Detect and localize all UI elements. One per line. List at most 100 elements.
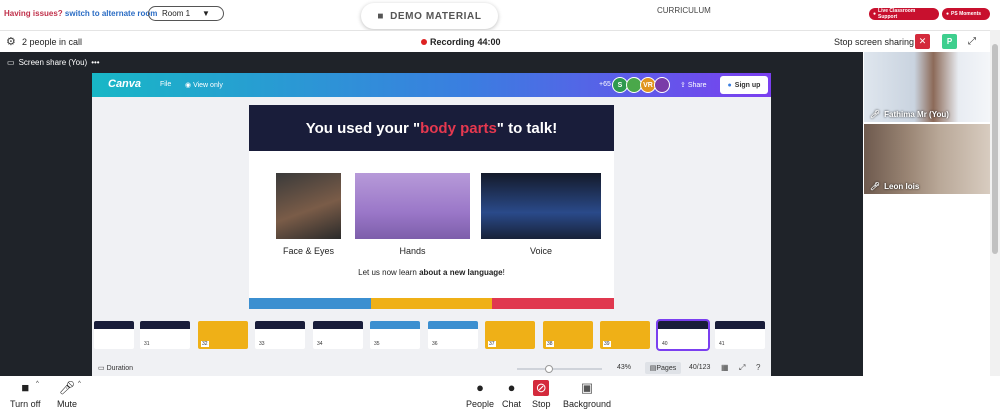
slide-thumbnail[interactable]: 35 xyxy=(370,321,420,349)
mic-icon: 🎤︎ xyxy=(870,182,881,191)
duration-icon: ▭ xyxy=(98,365,107,372)
duration-label: Duration xyxy=(106,365,134,372)
thumbnail-number: 37 xyxy=(488,341,496,347)
mute-button[interactable]: 🎤︎ Mute xyxy=(57,380,77,409)
slide-thumbnail[interactable]: 40 xyxy=(656,319,710,351)
slide-thumbnail[interactable] xyxy=(94,321,134,349)
stop-sharing-button[interactable]: ✕ xyxy=(915,34,930,49)
fullscreen-icon[interactable]: ⤢ xyxy=(968,36,976,47)
recording-label: Recording xyxy=(430,37,475,47)
thumbnail-header xyxy=(428,321,478,329)
ps-moments-button[interactable]: ● PS Moments xyxy=(942,8,990,20)
scrollbar[interactable] xyxy=(990,30,1000,376)
video-tile[interactable]: 🎤︎ Leon lois xyxy=(864,124,990,194)
people-count: 2 people in call xyxy=(22,37,83,47)
moments-icon: ● xyxy=(946,11,950,17)
stop-label: Stop xyxy=(532,399,551,409)
slide-thumbnail[interactable]: 37 xyxy=(485,321,535,349)
slide-thumbnail[interactable]: 34 xyxy=(313,321,363,349)
expand-icon[interactable]: ⤢ xyxy=(739,363,745,373)
sign-up-button[interactable]: ● Sign up xyxy=(720,76,768,94)
learn-text: Let us now learn about a new language! xyxy=(249,268,614,277)
slide-thumbnail[interactable]: 36 xyxy=(428,321,478,349)
people-button[interactable]: ● People xyxy=(466,380,494,409)
collaborator-count: +65 xyxy=(599,81,611,88)
alt-room-link[interactable]: switch to alternate room xyxy=(65,9,157,18)
participant-name: Leon lois xyxy=(884,182,920,191)
thumbnail-header xyxy=(140,321,190,329)
page-count: 40/123 xyxy=(689,364,711,371)
recording-indicator: Recording 44:00 xyxy=(421,37,501,47)
screen-icon: ▭ xyxy=(7,58,15,67)
gear-icon[interactable]: ⚙ xyxy=(6,35,16,48)
curriculum-link[interactable]: CURRICULUM xyxy=(657,6,711,15)
app-root: Having issues? switch to alternate room … xyxy=(0,0,1000,419)
stop-share-icon: ⊘ xyxy=(533,380,550,396)
thumbnail-number: 41 xyxy=(718,341,726,347)
thumbnail-header xyxy=(370,321,420,329)
zoom-level: 43% xyxy=(617,364,632,371)
slide-title-part: You used your " xyxy=(305,119,421,137)
thumbnail-number: 34 xyxy=(316,341,324,347)
live-support-button[interactable]: ● Live Classroom Support xyxy=(869,8,939,20)
participant-name-tag: 🎤︎ Fathima Mr (You) xyxy=(870,110,949,119)
learn-text-bold: about a new language xyxy=(419,268,503,277)
participant-name: Fathima Mr (You) xyxy=(884,110,949,119)
participant-name-tag: 🎤︎ Leon lois xyxy=(870,182,919,191)
scrollbar-thumb[interactable] xyxy=(992,44,998,254)
background-button[interactable]: ▣ Background xyxy=(563,380,611,409)
slide-thumbnail[interactable]: 31 xyxy=(140,321,190,349)
canva-bottom-bar: ▭ Duration 43% ▤ Pages 40/123 ▦ ⤢ ? xyxy=(92,360,771,376)
canva-view-only[interactable]: ◉ View only xyxy=(185,81,223,89)
camera-label: Turn off xyxy=(10,399,41,409)
canva-topbar: Canva File ◉ View only +65 S VR ⇪ Share … xyxy=(92,73,771,97)
slide-thumbnail[interactable]: 38 xyxy=(543,321,593,349)
demo-material-button[interactable]: ■ DEMO MATERIAL xyxy=(361,3,498,29)
help-icon[interactable]: ? xyxy=(756,363,760,372)
duration-button[interactable]: ▭ Duration xyxy=(98,364,133,372)
thumbnail-header xyxy=(715,321,765,329)
grid-view-icon[interactable]: ▦ xyxy=(721,363,729,372)
top-bar: Having issues? switch to alternate room … xyxy=(0,0,1000,30)
chat-button[interactable]: ● Chat xyxy=(502,380,521,409)
learn-text-part: Let us now learn xyxy=(358,268,420,277)
participant-videos: 🎤︎ Fathima Mr (You) 🎤︎ Leon lois xyxy=(864,52,990,376)
mic-icon: 🎤︎ xyxy=(870,110,881,119)
video-tile[interactable]: 🎤︎ Fathima Mr (You) xyxy=(864,52,990,122)
pages-button[interactable]: ▤ Pages xyxy=(645,362,681,374)
pages-icon: ▤ xyxy=(649,365,657,372)
hands-image xyxy=(355,173,470,239)
folder-icon: ■ xyxy=(377,10,385,22)
slide-thumbnail[interactable]: 32 xyxy=(198,321,248,349)
camera-options-icon[interactable]: ^ xyxy=(36,381,39,387)
stop-share-button[interactable]: ⊘ Stop xyxy=(532,380,551,409)
canva-logo[interactable]: Canva xyxy=(108,78,141,90)
background-label: Background xyxy=(563,399,612,409)
thumbnail-number: 31 xyxy=(143,341,151,347)
sign-up-label: Sign up xyxy=(734,81,761,89)
slide-title: You used your " body parts " to talk! xyxy=(249,105,614,151)
zoom-slider[interactable] xyxy=(517,368,602,370)
share-icon: ⇪ xyxy=(680,82,688,89)
zoom-slider-knob[interactable] xyxy=(545,365,553,373)
thumbnail-number: 36 xyxy=(431,341,439,347)
collaborator-avatar[interactable] xyxy=(654,77,670,93)
canva-share-button[interactable]: ⇪ Share xyxy=(680,81,707,89)
microphone-icon: 🎤︎ xyxy=(58,380,76,395)
eye-icon: ◉ xyxy=(185,82,194,89)
more-options-button[interactable]: ••• xyxy=(91,58,99,67)
issues-text: Having issues? switch to alternate room xyxy=(4,9,157,18)
room-select[interactable]: Room 1 ▼ xyxy=(148,6,224,21)
slide-thumbnail[interactable]: 39 xyxy=(600,321,650,349)
slide-thumbnail[interactable]: 33 xyxy=(255,321,305,349)
slide-thumbnail[interactable]: 41 xyxy=(715,321,765,349)
voice-image xyxy=(481,173,601,239)
thumbnail-number: 33 xyxy=(258,341,266,347)
face-image xyxy=(276,173,341,239)
canva-file-menu[interactable]: File xyxy=(160,81,171,88)
share-label-text: Screen share (You) xyxy=(18,58,88,67)
mic-options-icon[interactable]: ^ xyxy=(78,381,81,387)
profile-button[interactable]: P xyxy=(942,34,957,49)
canva-badge-icon: ● xyxy=(727,81,732,89)
camera-icon: ■ xyxy=(21,380,30,395)
